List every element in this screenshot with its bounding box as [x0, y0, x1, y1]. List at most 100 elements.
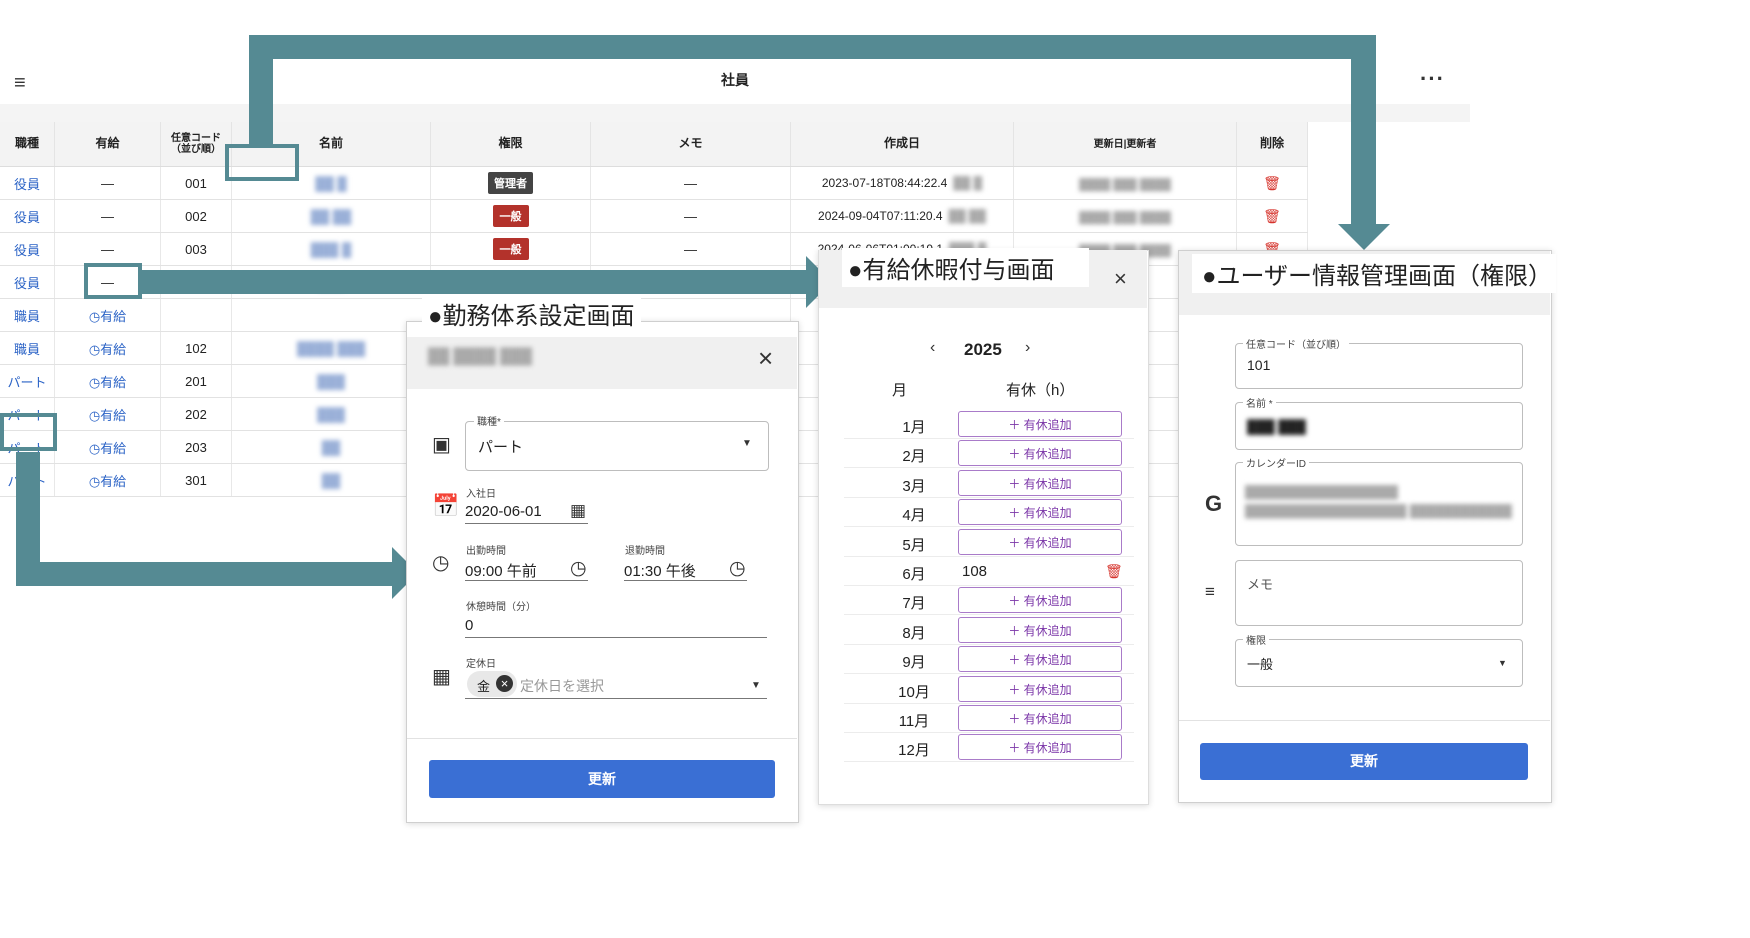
type-link[interactable]: パート — [7, 375, 46, 390]
col-header-updated[interactable]: 更新日|更新者 — [1013, 122, 1237, 167]
type-link[interactable]: 職員 — [14, 342, 40, 357]
paid-leave-link[interactable]: ◷有給 — [89, 375, 126, 390]
name-link[interactable]: ██ ██ — [311, 209, 351, 224]
leave-hours-value[interactable]: 108 — [962, 563, 987, 580]
cell-name[interactable]: ███ — [231, 397, 431, 431]
chevron-right-icon[interactable]: › — [1025, 339, 1030, 357]
type-link[interactable]: 職員 — [14, 309, 40, 324]
cell-name[interactable]: ██ — [231, 463, 431, 497]
created-value: 2024-09-04T07:11:20.4 — [818, 209, 943, 223]
add-leave-button[interactable]: ＋ 有休追加 — [958, 411, 1122, 437]
name-link[interactable]: ███ █ — [311, 242, 351, 257]
type-link[interactable]: 役員 — [14, 210, 40, 225]
dropdown-arrow-icon[interactable]: ▼ — [751, 680, 761, 691]
cell-type[interactable]: 役員 — [0, 265, 55, 299]
cell-paid[interactable]: ◷有給 — [54, 331, 161, 365]
add-leave-button[interactable]: ＋ 有休追加 — [958, 617, 1122, 643]
add-leave-button[interactable]: ＋ 有休追加 — [958, 499, 1122, 525]
cell-name[interactable]: ████ ███ — [231, 331, 431, 365]
plus-icon: ＋ — [1008, 712, 1024, 726]
col-header-code[interactable]: 任意コード （並び順） — [160, 122, 232, 167]
dropdown-arrow-icon[interactable]: ▼ — [1498, 658, 1507, 668]
update-button[interactable]: 更新 — [1200, 743, 1528, 780]
type-link[interactable]: 役員 — [14, 177, 40, 192]
update-button[interactable]: 更新 — [429, 760, 775, 798]
trash-icon[interactable]: 🗑 — [1263, 175, 1281, 191]
table-row[interactable]: 役員 —001 ██ █ 管理者 —2023-07-18T08:44:22.4 ██ █ █… — [0, 166, 1308, 200]
add-leave-button[interactable]: ＋ 有休追加 — [958, 676, 1122, 702]
start-time-input[interactable]: 09:00 午前 — [465, 560, 537, 581]
clock-picker-icon[interactable]: ◷ — [729, 557, 746, 580]
add-leave-button[interactable]: ＋ 有休追加 — [958, 734, 1122, 760]
end-time-input[interactable]: 01:30 午後 — [624, 560, 696, 581]
col-header-paid[interactable]: 有給 — [54, 122, 161, 167]
cell-paid[interactable]: ◷有給 — [54, 463, 161, 497]
row-divider — [844, 497, 1134, 498]
type-link[interactable]: 役員 — [14, 276, 40, 291]
start-time-label: 出勤時間 — [463, 542, 509, 557]
clock-picker-icon[interactable]: ◷ — [570, 557, 587, 580]
cell-name[interactable]: ██ ██ — [231, 199, 431, 233]
cell-name[interactable]: ███ — [231, 364, 431, 398]
trash-icon[interactable]: 🗑 — [1105, 563, 1123, 580]
created-by: ██ ██ — [948, 209, 986, 223]
cell-name[interactable]: ███ █ — [231, 232, 431, 266]
name-link[interactable]: ██ — [322, 473, 340, 488]
month-label: 3月 — [902, 478, 926, 495]
type-link[interactable]: 役員 — [14, 243, 40, 258]
add-leave-button[interactable]: ＋ 有休追加 — [958, 705, 1122, 731]
paid-leave-link[interactable]: ◷有給 — [89, 441, 126, 456]
cell-type[interactable]: 役員 — [0, 232, 55, 266]
add-leave-button[interactable]: ＋ 有休追加 — [958, 587, 1122, 613]
cell-type[interactable]: 職員 — [0, 331, 55, 365]
more-dots-icon[interactable]: ··· — [1420, 66, 1445, 92]
dropdown-arrow-icon[interactable]: ▼ — [742, 438, 752, 449]
month-label: 9月 — [902, 654, 926, 671]
plus-icon: ＋ — [1008, 447, 1024, 461]
paid-leave-link[interactable]: ◷有給 — [89, 342, 126, 357]
plus-icon: ＋ — [1008, 477, 1024, 491]
name-link[interactable]: ███ — [317, 374, 345, 389]
add-leave-button[interactable]: ＋ 有休追加 — [958, 646, 1122, 672]
name-link[interactable]: ████ ███ — [297, 341, 365, 356]
memo-field[interactable] — [1235, 560, 1523, 626]
trash-icon[interactable]: 🗑 — [1263, 208, 1281, 224]
cell-paid[interactable]: ◷有給 — [54, 298, 161, 332]
cell-paid: — — [54, 199, 161, 233]
paid-leave-link[interactable]: ◷有給 — [89, 408, 126, 423]
col-header-role[interactable]: 権限 — [430, 122, 591, 167]
cell-name[interactable] — [231, 298, 431, 332]
cell-type[interactable]: 役員 — [0, 166, 55, 200]
break-input[interactable]: 0 — [465, 617, 473, 634]
cell-name[interactable]: ██ — [231, 430, 431, 464]
name-link[interactable]: ██ — [322, 440, 340, 455]
cell-type[interactable]: 役員 — [0, 199, 55, 233]
hire-date-input[interactable]: 2020-06-01 — [465, 503, 542, 520]
name-link[interactable]: ███ — [317, 407, 345, 422]
cell-paid[interactable]: ◷有給 — [54, 430, 161, 464]
chip-remove-icon[interactable]: × — [496, 675, 513, 692]
col-header-created[interactable]: 作成日 — [790, 122, 1014, 167]
name-link[interactable]: ██ █ — [315, 176, 346, 191]
holiday-placeholder[interactable]: 定休日を選択 — [520, 676, 604, 696]
col-header-type[interactable]: 職種 — [0, 122, 55, 167]
cell-paid[interactable]: ◷有給 — [54, 364, 161, 398]
calendar-id-value: ██████████████████ ███████████████████ █… — [1245, 485, 1512, 518]
cell-type[interactable]: パート — [0, 364, 55, 398]
cell-paid[interactable]: ◷有給 — [54, 397, 161, 431]
close-icon[interactable]: × — [758, 343, 773, 374]
col-header-memo[interactable]: メモ — [590, 122, 791, 167]
cell-type[interactable]: 職員 — [0, 298, 55, 332]
clock-icon: ◷ — [88, 407, 101, 423]
cell-role: 一般 — [430, 199, 591, 233]
role-select[interactable] — [1235, 639, 1523, 687]
calendar-picker-icon[interactable]: ▦ — [570, 501, 586, 521]
add-leave-button[interactable]: ＋ 有休追加 — [958, 529, 1122, 555]
add-leave-button[interactable]: ＋ 有休追加 — [958, 440, 1122, 466]
paid-leave-link[interactable]: ◷有給 — [89, 309, 126, 324]
chevron-left-icon[interactable]: ‹ — [930, 339, 935, 357]
close-icon[interactable]: × — [1114, 266, 1127, 292]
add-leave-button[interactable]: ＋ 有休追加 — [958, 470, 1122, 496]
paid-leave-link[interactable]: ◷有給 — [89, 474, 126, 489]
table-row[interactable]: 役員 —002 ██ ██ 一般 —2024-09-04T07:11:20.4 ██ ██… — [0, 199, 1308, 233]
